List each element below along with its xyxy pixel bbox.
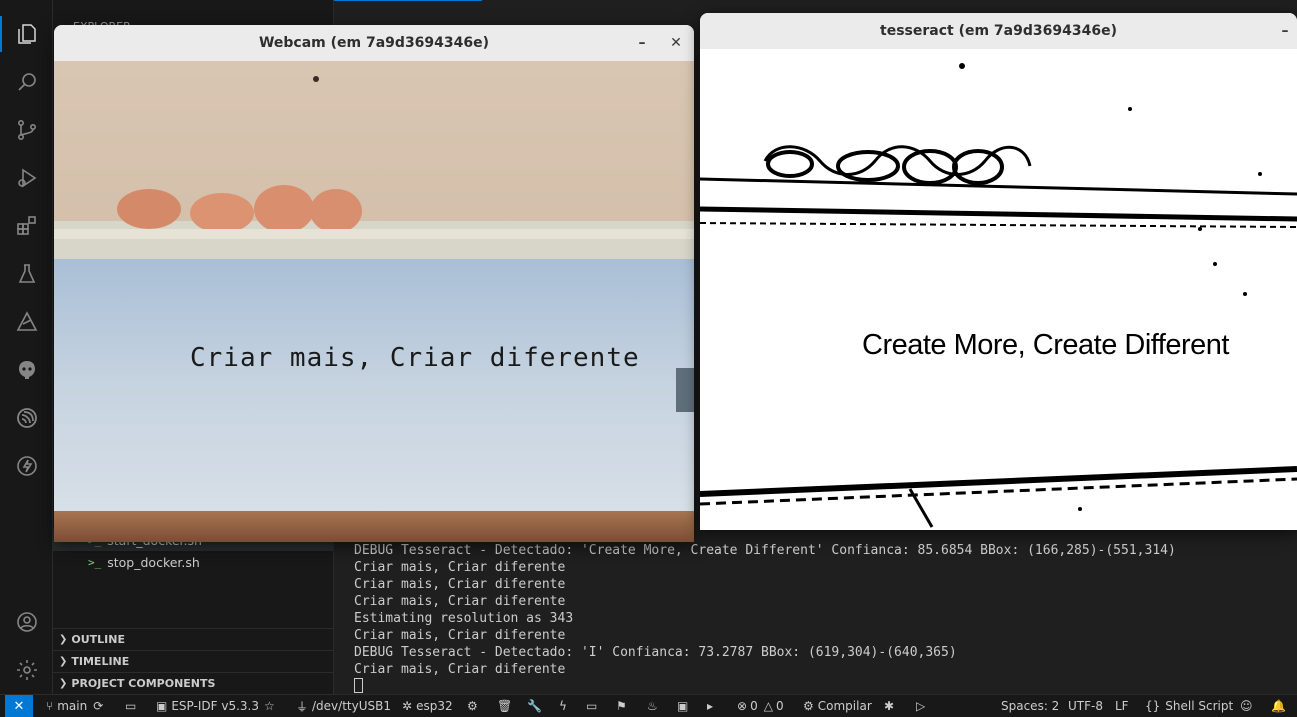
remote-icon[interactable]: [14, 309, 40, 335]
minimize-button[interactable]: –: [1275, 21, 1295, 41]
error-icon: ⊗: [737, 699, 748, 713]
chevron-right-icon: ❯: [59, 634, 68, 645]
tesseract-titlebar[interactable]: tesseract (em 7a9d3694346e) –: [700, 13, 1297, 49]
explorer-icon[interactable]: [14, 21, 40, 47]
branch-label: main: [57, 699, 88, 713]
terminal-line: Criar mais, Criar diferente: [354, 662, 566, 677]
platformio-icon[interactable]: [14, 357, 40, 383]
source-control-icon[interactable]: [14, 117, 40, 143]
window-title: tesseract (em 7a9d3694346e): [880, 23, 1117, 39]
minimize-button[interactable]: –: [632, 33, 652, 53]
problems-item[interactable]: ⊗ 0 △ 0: [737, 695, 784, 717]
window-title: Webcam (em 7a9d3694346e): [258, 35, 490, 51]
tesseract-window[interactable]: tesseract (em 7a9d3694346e) – Create Mor…: [700, 13, 1297, 530]
star-icon[interactable]: ☆: [264, 695, 275, 717]
build-button[interactable]: ⚙ Compilar: [803, 695, 872, 717]
port-label: /dev/ttyUSB1: [312, 699, 391, 713]
bug-icon[interactable]: ✱: [884, 695, 894, 717]
eol-item[interactable]: LF: [1115, 695, 1129, 717]
flash-bolt-icon[interactable]: ϟ: [559, 695, 567, 717]
target-label: esp32: [416, 699, 453, 713]
terminal-line: Criar mais, Criar diferente: [354, 628, 566, 643]
section-timeline[interactable]: ❯ TIMELINE: [53, 650, 333, 672]
webcam-titlebar[interactable]: Webcam (em 7a9d3694346e) – ✕: [54, 25, 694, 61]
webcam-image: [54, 61, 694, 542]
extensions-icon[interactable]: [14, 213, 40, 239]
warning-icon: △: [763, 699, 773, 713]
trash-icon[interactable]: 🗑: [497, 695, 512, 717]
settings-icon[interactable]: [14, 657, 40, 683]
terminal-line: Criar mais, Criar diferente: [354, 594, 566, 609]
language-label: Shell Script: [1165, 699, 1234, 713]
encoding-item[interactable]: UTF-8: [1068, 695, 1103, 717]
config-gear-icon[interactable]: ⚙: [467, 695, 478, 717]
ocr-result-text: Create More, Create Different: [862, 329, 1229, 361]
play-icon[interactable]: ▷: [916, 695, 925, 717]
build-label: Compilar: [817, 699, 872, 713]
terminal-cursor: [354, 678, 363, 693]
espressif-icon[interactable]: [14, 405, 40, 431]
active-indicator: [0, 16, 2, 52]
open-folder-icon[interactable]: ▭: [125, 695, 136, 717]
testing-icon[interactable]: [14, 261, 40, 287]
terminal-line: Criar mais, Criar diferente: [354, 577, 566, 592]
chevron-right-icon: ❯: [59, 678, 68, 689]
ocr-overlay-text: Criar mais, Criar diferente: [190, 343, 640, 373]
idf-version-label: ESP-IDF v5.3.3: [171, 699, 259, 713]
file-item-stop-docker[interactable]: >_ stop_docker.sh: [53, 551, 333, 573]
section-outline[interactable]: ❯ OUTLINE: [53, 628, 333, 650]
terminal-line: Criar mais, Criar diferente: [354, 560, 566, 575]
activity-bar: [0, 0, 53, 694]
error-count: 0: [750, 699, 758, 713]
flash-icon[interactable]: [14, 453, 40, 479]
terminal-file-icon: >_: [88, 555, 102, 569]
indentation-item[interactable]: Spaces: 2: [1001, 695, 1059, 717]
status-bar: ✕ ⑂ main ⟳ ▭ ▣ ESP-IDF v5.3.3 ☆ ⏚ /dev/t…: [0, 694, 1297, 717]
language-item[interactable]: {} Shell Script: [1145, 695, 1233, 717]
account-icon[interactable]: [14, 609, 40, 635]
port-item[interactable]: ⏚ /dev/ttyUSB1: [296, 695, 391, 717]
webcam-window[interactable]: Webcam (em 7a9d3694346e) – ✕ Criar mais,…: [54, 25, 694, 542]
warning-count: 0: [775, 699, 784, 713]
terminal-line: Estimating resolution as 343: [354, 611, 574, 626]
branch-indicator[interactable]: ⑂ main ⟳: [46, 695, 103, 717]
run-icon[interactable]: ▸: [707, 695, 713, 717]
braces-icon: {}: [1145, 699, 1161, 713]
close-button[interactable]: ✕: [666, 33, 686, 53]
terminal-line: DEBUG Tesseract - Detectado: 'I' Confian…: [354, 645, 957, 660]
section-label: TIMELINE: [71, 655, 130, 668]
run-debug-icon[interactable]: [14, 165, 40, 191]
sync-icon: ⟳: [93, 699, 104, 713]
chip-icon: ▣: [156, 699, 168, 713]
build-gear-icon: ⚙: [803, 699, 814, 713]
branch-icon: ⑂: [46, 699, 54, 713]
chevron-right-icon: ❯: [59, 656, 68, 667]
section-label: PROJECT COMPONENTS: [71, 677, 216, 690]
section-label: OUTLINE: [71, 633, 125, 646]
wrench-icon[interactable]: 🔧: [527, 695, 542, 717]
threshold-image: Create More, Create Different: [700, 49, 1297, 530]
target-chip-icon: ✲: [402, 699, 413, 713]
plug-icon: ⏚: [296, 699, 309, 714]
monitor-icon[interactable]: ▭: [586, 695, 597, 717]
file-name: stop_docker.sh: [107, 554, 200, 570]
fire-icon[interactable]: ♨: [647, 695, 658, 717]
idf-version-item[interactable]: ▣ ESP-IDF v5.3.3: [156, 695, 259, 717]
binary-image: [700, 63, 1297, 528]
remote-indicator-icon[interactable]: ✕: [5, 695, 33, 717]
search-icon[interactable]: [14, 69, 40, 95]
section-project-components[interactable]: ❯ PROJECT COMPONENTS: [53, 672, 333, 694]
terminal-line: DEBUG Tesseract - Detectado: 'Create Mor…: [354, 543, 1176, 558]
notifications-icon[interactable]: 🔔: [1271, 695, 1286, 717]
editor-tab[interactable]: [334, 0, 482, 13]
terminal-icon[interactable]: ▣: [677, 695, 688, 717]
target-item[interactable]: ✲ esp32: [402, 695, 453, 717]
debug-icon[interactable]: ⚑: [616, 695, 627, 717]
webcam-feed: Criar mais, Criar diferente: [54, 61, 694, 542]
copilot-icon[interactable]: ☺: [1240, 695, 1253, 717]
